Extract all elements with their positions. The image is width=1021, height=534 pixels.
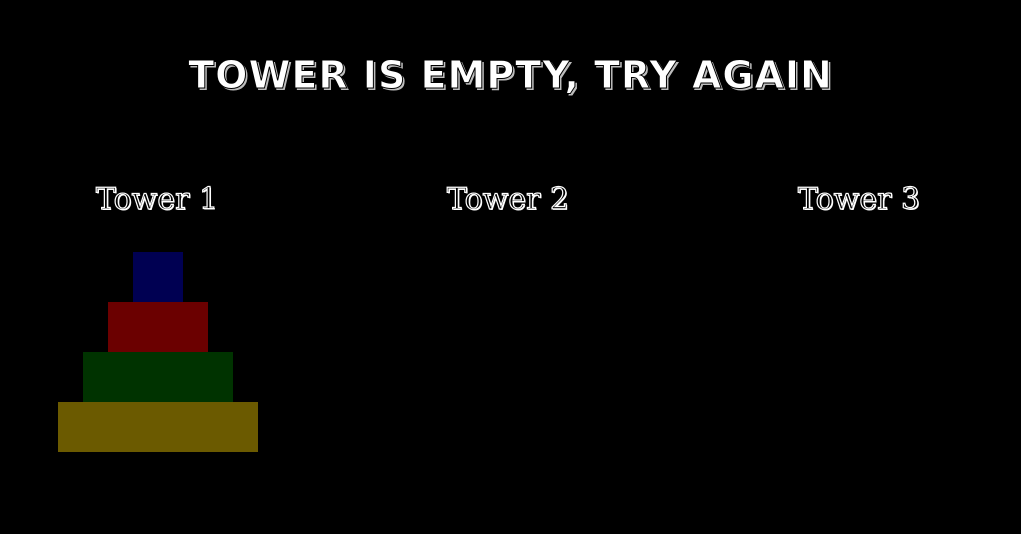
disk-size-1[interactable] — [133, 252, 183, 302]
hanoi-game: Tower is empty, try again Tower 1 Tower … — [0, 0, 1021, 534]
tower-2[interactable]: Tower 2 — [398, 175, 618, 465]
tower-2-disk-pile[interactable] — [398, 252, 618, 452]
tower-1-label[interactable]: Tower 1 — [47, 180, 267, 220]
tower-3-label[interactable]: Tower 3 — [749, 180, 969, 220]
disk-size-2[interactable] — [108, 302, 208, 352]
disk-size-3[interactable] — [83, 352, 233, 402]
tower-3-disk-pile[interactable] — [749, 252, 969, 452]
status-message: Tower is empty, try again — [188, 53, 833, 98]
tower-3[interactable]: Tower 3 — [749, 175, 969, 465]
tower-1[interactable]: Tower 1 — [47, 175, 267, 465]
tower-2-label[interactable]: Tower 2 — [398, 180, 618, 220]
disk-size-4[interactable] — [58, 402, 258, 452]
tower-1-disk-pile[interactable] — [47, 252, 267, 452]
